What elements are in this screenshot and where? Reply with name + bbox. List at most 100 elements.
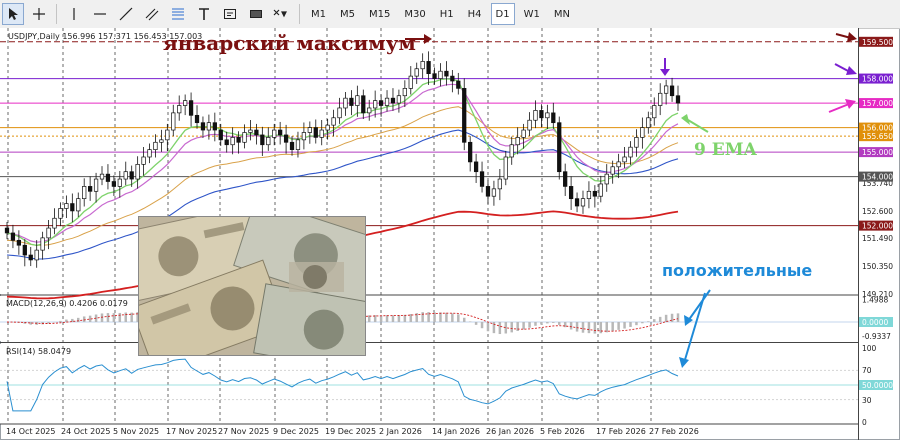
toolbar-divider xyxy=(56,4,57,24)
label-tool-icon[interactable] xyxy=(219,3,241,25)
candle-body xyxy=(373,100,378,109)
date-label: 5 Nov 2025 xyxy=(113,427,159,436)
candle-body xyxy=(675,95,681,104)
horizontal-line-tool-icon[interactable] xyxy=(89,3,111,25)
timeframe-m30[interactable]: M30 xyxy=(399,3,430,25)
candle-body xyxy=(378,100,384,106)
price-level-label: 158.000 xyxy=(862,75,893,84)
candle-body xyxy=(462,88,467,143)
candle-body xyxy=(135,163,140,180)
crosshair-tool-icon[interactable] xyxy=(28,3,50,25)
candle-body xyxy=(4,227,10,234)
price-chart[interactable]: 153.740152.600151.490150.350149.210159.5… xyxy=(0,28,900,440)
candle-body xyxy=(34,249,39,261)
candle-body xyxy=(123,171,128,180)
candle-body xyxy=(580,198,586,207)
candle-body xyxy=(628,146,633,158)
timeframe-h4[interactable]: H4 xyxy=(463,3,487,25)
candle-body xyxy=(402,88,407,97)
candle-body xyxy=(479,171,485,187)
date-label: 14 Jan 2026 xyxy=(432,427,480,436)
timeframe-m1[interactable]: M1 xyxy=(306,3,331,25)
price-tick-label: 152.600 xyxy=(862,207,893,216)
candle-body xyxy=(153,141,158,150)
date-label: 27 Feb 2026 xyxy=(649,427,699,436)
channel-tool-icon[interactable] xyxy=(141,3,163,25)
candle-body xyxy=(343,97,348,109)
date-label: 5 Feb 2026 xyxy=(540,427,585,436)
macd-tick-label: 0.0000 xyxy=(862,318,888,327)
candle-body xyxy=(111,181,117,187)
candle-body xyxy=(420,61,425,70)
candle-body xyxy=(16,239,22,246)
timeframe-mn[interactable]: MN xyxy=(549,3,575,25)
candle-body xyxy=(141,156,146,165)
candle-body xyxy=(254,129,259,136)
candle-body xyxy=(527,119,532,131)
candle-body xyxy=(313,127,318,138)
price-level-label: 154.000 xyxy=(862,173,893,182)
rsi-tick-label: 100 xyxy=(862,344,877,353)
positive-annotation: положительные xyxy=(662,261,812,280)
candle-body xyxy=(266,137,271,146)
candle-body xyxy=(165,129,170,141)
candle-body xyxy=(52,217,57,229)
candle-body xyxy=(361,95,366,114)
candle-body xyxy=(551,112,556,124)
candle-body xyxy=(58,208,63,219)
rectangle-tool-icon[interactable] xyxy=(245,3,267,25)
date-label: 9 Dec 2025 xyxy=(273,427,319,436)
date-label: 14 Oct 2025 xyxy=(6,427,55,436)
candle-body xyxy=(188,100,194,116)
ema-annotation: 9 EMA xyxy=(694,140,758,160)
timeframe-w1[interactable]: W1 xyxy=(519,3,545,25)
candle-body xyxy=(28,254,33,261)
rsi-tick-label: 30 xyxy=(862,396,872,405)
january-max-annotation: январский максимум xyxy=(163,31,416,55)
trendline-tool-icon[interactable] xyxy=(115,3,137,25)
price-level-label: 155.650 xyxy=(862,132,893,141)
candle-body xyxy=(473,161,479,173)
timeframe-d1[interactable]: D1 xyxy=(490,3,515,25)
toolbar: M1 M5 M15 M30 H1 H4 D1 W1 MN xyxy=(0,0,900,29)
rsi-panel xyxy=(0,344,858,424)
price-level-label: 152.000 xyxy=(862,222,893,231)
candle-body xyxy=(46,227,51,239)
yen-dollar-banknotes-photo xyxy=(138,216,366,356)
candle-body xyxy=(194,114,200,124)
candle-body xyxy=(230,137,235,146)
timeframe-h1[interactable]: H1 xyxy=(435,3,459,25)
timeframe-m15[interactable]: M15 xyxy=(364,3,395,25)
timeframe-m5[interactable]: M5 xyxy=(335,3,360,25)
candle-body xyxy=(408,75,413,89)
date-axis: 14 Oct 2025 24 Oct 2025 5 Nov 2025 17 Nov 2… xyxy=(6,427,699,436)
arrows-menu-icon[interactable] xyxy=(271,3,293,25)
candle-body xyxy=(545,112,550,119)
candle-body xyxy=(307,127,312,133)
date-label: 19 Dec 2025 xyxy=(325,427,376,436)
price-level-label: 155.000 xyxy=(862,148,893,157)
price-tick-label: 150.350 xyxy=(862,262,893,271)
cursor-tool-icon[interactable] xyxy=(2,3,24,25)
candle-body xyxy=(509,144,514,158)
candle-body xyxy=(70,203,75,212)
candle-body xyxy=(586,190,592,200)
candle-body xyxy=(444,70,449,77)
price-tick-label: 151.490 xyxy=(862,234,893,243)
rsi-label: RSI(14) 58.0479 xyxy=(6,347,71,356)
candle-body xyxy=(171,112,176,131)
text-tool-icon[interactable] xyxy=(193,3,215,25)
rsi-tick-label: 50.0000 xyxy=(862,381,893,390)
candle-body xyxy=(283,134,289,143)
fibonacci-tool-icon[interactable] xyxy=(167,3,189,25)
vertical-line-tool-icon[interactable] xyxy=(63,3,85,25)
candle-body xyxy=(331,117,336,126)
candle-body xyxy=(652,105,657,119)
date-label: 27 Nov 2025 xyxy=(218,427,269,436)
candle-body xyxy=(390,97,396,104)
candle-body xyxy=(574,198,580,207)
candle-body xyxy=(646,117,651,128)
date-label: 2 Jan 2026 xyxy=(379,427,422,436)
candle-body xyxy=(260,134,265,146)
candle-body xyxy=(503,156,508,180)
